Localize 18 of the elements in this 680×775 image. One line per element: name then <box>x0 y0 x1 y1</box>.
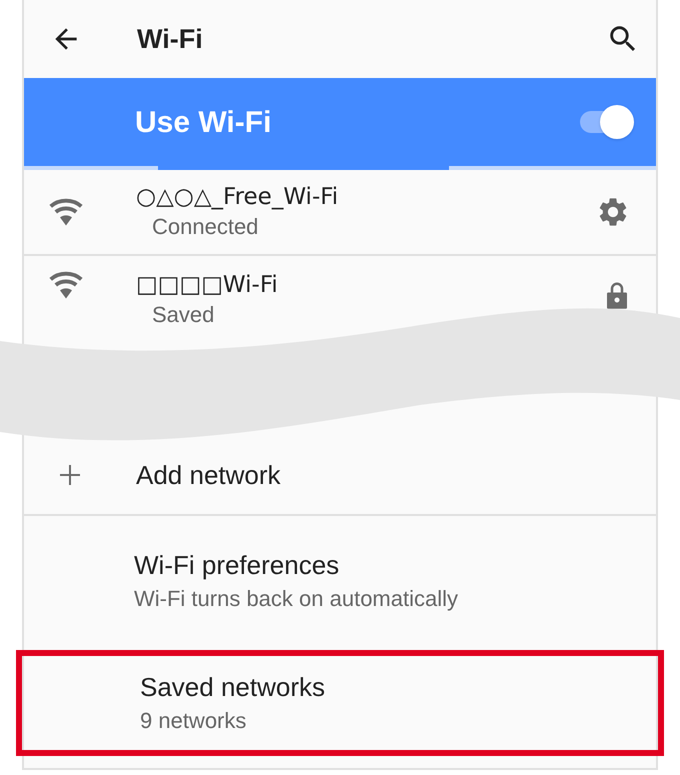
use-wifi-label: Use Wi-Fi <box>135 104 272 140</box>
add-network-link[interactable]: Add network <box>136 456 281 494</box>
network-status: Connected <box>152 213 260 241</box>
preference-title: Wi-Fi preferences <box>134 549 340 582</box>
network-status: Saved <box>152 301 216 329</box>
network-name[interactable]: ○△○△_Free_Wi-Fi <box>136 182 338 212</box>
wifi-signal-icon <box>48 270 84 300</box>
network-name[interactable]: □□□□Wi-Fi <box>136 270 278 300</box>
preference-title: Saved networks <box>140 671 326 704</box>
screen-title: Wi-Fi <box>137 22 203 56</box>
preference-row[interactable]: Wi-Fi preferences Wi-Fi turns back on automatically <box>24 516 656 642</box>
wifi-toggle[interactable] <box>578 104 634 140</box>
highlighted-preference-row[interactable]: Saved networks 9 networks <box>16 650 664 756</box>
preference-summary: 9 networks <box>140 707 248 735</box>
lock-icon <box>604 280 630 310</box>
plus-icon <box>58 463 82 487</box>
wifi-signal-icon <box>48 197 84 227</box>
preference-summary: Wi-Fi turns back on automatically <box>134 585 459 613</box>
